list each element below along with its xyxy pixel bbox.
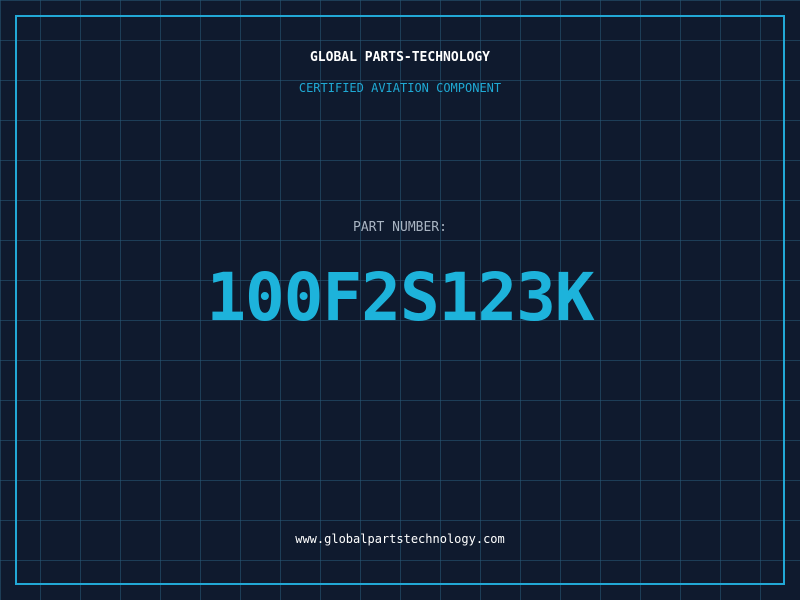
company-name: GLOBAL PARTS-TECHNOLOGY: [309, 50, 490, 65]
part-number-value: 100F2S123K: [206, 259, 594, 336]
certification-subtitle: CERTIFIED AVIATION COMPONENT: [298, 81, 502, 95]
part-number-label: PART NUMBER:: [353, 220, 447, 235]
website-url: www.globalpartstechnology.com: [295, 532, 505, 546]
